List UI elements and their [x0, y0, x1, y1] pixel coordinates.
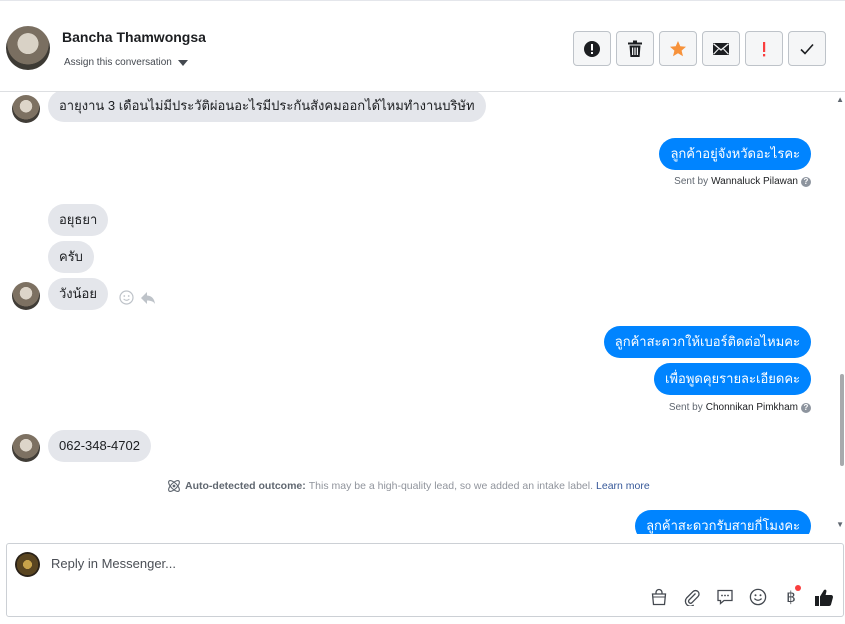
paperclip-icon[interactable]	[681, 586, 703, 608]
sent-by-prefix: Sent by	[668, 402, 703, 413]
star-icon	[670, 40, 686, 56]
scrollbar-thumb[interactable]	[840, 374, 844, 466]
alert-circle-icon	[584, 40, 600, 57]
atom-icon	[168, 480, 180, 492]
sender-avatar[interactable]	[12, 95, 40, 123]
incoming-message[interactable]: 062-348-4702	[48, 430, 151, 462]
sender-avatar[interactable]	[12, 434, 40, 462]
sender-name[interactable]: Chonnikan Pimkham	[706, 402, 798, 413]
saved-reply-icon[interactable]	[714, 586, 736, 608]
page-avatar	[15, 552, 40, 577]
outgoing-message[interactable]: ลูกค้าอยู่จังหวัดอะไรคะ	[659, 138, 811, 170]
scroll-down-arrow-icon[interactable]: ▼	[836, 520, 844, 529]
conversation-toolbar	[573, 31, 826, 66]
notification-dot	[795, 585, 801, 591]
baht-payment-icon[interactable]: ฿	[780, 585, 802, 608]
auto-detected-label: Auto-detected outcome:	[185, 480, 306, 492]
caret-down-icon	[177, 60, 188, 66]
auto-detected-text: This may be a high-quality lead, so we a…	[308, 480, 594, 492]
follow-up-button[interactable]	[745, 31, 783, 66]
incoming-message[interactable]: ครับ	[48, 241, 94, 273]
outgoing-message[interactable]: ลูกค้าสะดวกให้เบอร์ติดต่อไหมคะ	[603, 326, 811, 358]
message-thread: อายุงาน 3 เดือนไม่มีประวัติผ่อนอะไรมีประ…	[0, 92, 845, 534]
mark-spam-button[interactable]	[573, 31, 611, 66]
exclamation-icon	[763, 41, 766, 56]
conversation-header: Bancha Thamwongsa Assign this conversati…	[0, 0, 845, 92]
contact-name[interactable]: Bancha Thamwongsa	[62, 29, 206, 45]
incoming-message[interactable]: วังน้อย	[48, 278, 108, 310]
reply-composer: ฿	[6, 543, 844, 617]
assign-label: Assign this conversation	[64, 57, 172, 68]
star-button[interactable]	[659, 31, 697, 66]
reply-icon[interactable]	[140, 291, 156, 305]
message-actions	[119, 290, 156, 305]
envelope-icon	[713, 42, 729, 55]
checkmark-icon	[800, 43, 814, 55]
assign-conversation-dropdown[interactable]: Assign this conversation	[64, 57, 188, 68]
contact-avatar[interactable]	[6, 26, 50, 70]
sender-avatar[interactable]	[12, 282, 40, 310]
thread-scrollbar[interactable]	[839, 92, 845, 534]
sent-by-line: Sent by Chonnikan Pimkham ?	[669, 402, 811, 413]
outgoing-message[interactable]: ลูกค้าสะดวกรับสายกี่โมงคะ	[635, 510, 811, 534]
react-emoji-icon[interactable]	[119, 290, 134, 305]
sent-by-prefix: Sent by	[674, 176, 709, 187]
sent-by-line: Sent by Wannaluck Pilawan ?	[674, 176, 811, 187]
question-icon[interactable]: ?	[801, 402, 811, 413]
delete-button[interactable]	[616, 31, 654, 66]
scroll-up-arrow-icon[interactable]: ▲	[836, 95, 844, 104]
incoming-message[interactable]: อยุธยา	[48, 204, 109, 236]
incoming-message[interactable]: อายุงาน 3 เดือนไม่มีประวัติผ่อนอะไรมีประ…	[48, 92, 486, 122]
outgoing-message[interactable]: เพื่อพูดคุยรายละเอียดคะ	[654, 363, 811, 395]
trash-icon	[628, 40, 642, 57]
learn-more-link[interactable]: Learn more	[596, 480, 650, 492]
composer-tools: ฿	[648, 585, 835, 608]
auto-detected-note: Auto-detected outcome: This may be a hig…	[166, 478, 650, 494]
mark-done-button[interactable]	[788, 31, 826, 66]
sender-name[interactable]: Wannaluck Pilawan	[711, 176, 798, 187]
question-icon[interactable]: ?	[801, 176, 811, 187]
thumbs-up-icon[interactable]	[813, 586, 835, 608]
shopping-bag-icon[interactable]	[648, 586, 670, 608]
reply-input[interactable]	[51, 556, 751, 571]
emoji-icon[interactable]	[747, 586, 769, 608]
mark-unread-button[interactable]	[702, 31, 740, 66]
